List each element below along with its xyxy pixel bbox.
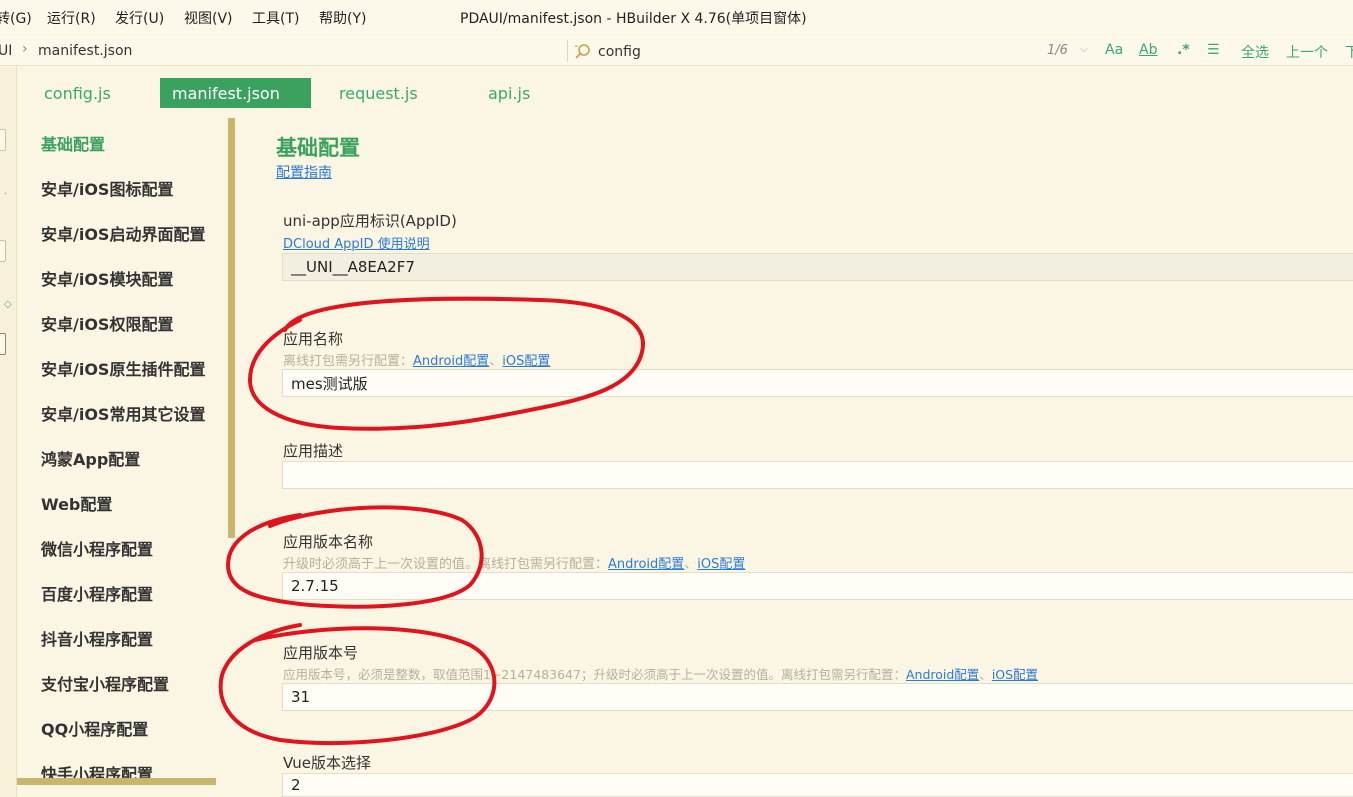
version-name-field[interactable] — [282, 572, 1353, 600]
app-name-android-link[interactable]: Android配置 — [413, 354, 489, 369]
page-title: 基础配置 — [276, 136, 360, 160]
app-desc-field[interactable] — [282, 461, 1353, 489]
tab-api-js[interactable]: api.js — [476, 78, 542, 108]
panel-control[interactable] — [0, 129, 6, 151]
config-guide-link[interactable]: 配置指南 — [276, 162, 332, 182]
menu-bar: 转(G) 运行(R) 发行(U) 视图(V) 工具(T) 帮助(Y) PDAUI… — [0, 0, 1353, 34]
sidebar-item-splash[interactable]: 安卓/iOS启动界面配置 — [41, 221, 205, 245]
history-chevron-down-icon[interactable]: ⌵ — [1080, 44, 1088, 55]
sidebar-item-modules[interactable]: 安卓/iOS模块配置 — [41, 266, 173, 290]
menu-help[interactable]: 帮助(Y) — [319, 8, 366, 28]
panel-control[interactable] — [0, 240, 6, 262]
appid-label: uni-app应用标识(AppID) — [283, 212, 457, 230]
settings-sidebar: 基础配置 安卓/iOS图标配置 安卓/iOS启动界面配置 安卓/iOS模块配置 … — [17, 118, 229, 786]
sidebar-item-harmony[interactable]: 鸿蒙App配置 — [41, 446, 140, 470]
tab-label: request.js — [339, 84, 418, 103]
app-name-ios-link[interactable]: iOS配置 — [502, 354, 550, 369]
version-code-field[interactable] — [282, 683, 1353, 711]
sidebar-scrollbar[interactable] — [228, 118, 235, 538]
find-in-selection-icon[interactable]: ☰ — [1207, 42, 1220, 58]
vue-version-label: Vue版本选择 — [283, 754, 371, 772]
sidebar-item-icons[interactable]: 安卓/iOS图标配置 — [41, 176, 173, 200]
version-code-label: 应用版本号 — [283, 644, 359, 662]
tab-label: manifest.json — [172, 84, 280, 103]
breadcrumb-chevron-icon: › — [22, 41, 28, 57]
menu-view[interactable]: 视图(V) — [184, 8, 233, 28]
version-name-ios-link[interactable]: iOS配置 — [697, 557, 745, 572]
select-all-button[interactable]: 全选 — [1241, 42, 1269, 62]
hint-separator: 、 — [979, 667, 992, 682]
sidebar-item-qq[interactable]: QQ小程序配置 — [41, 716, 148, 740]
sidebar-item-basic[interactable]: 基础配置 — [41, 131, 105, 155]
path-find-bar: UI › manifest.json 1/6 ⌵ Aa Ab .* ☰ 全选 上… — [0, 36, 1353, 66]
menu-run[interactable]: 运行(R) — [47, 8, 96, 28]
app-name-hint: 离线打包需另行配置：Android配置、iOS配置 — [283, 350, 550, 369]
strip-dot-icon: · — [4, 189, 8, 200]
sidebar-item-douyin[interactable]: 抖音小程序配置 — [41, 626, 153, 650]
tab-label: api.js — [488, 84, 531, 103]
breadcrumb-parent[interactable]: UI — [0, 43, 12, 59]
sidebar-item-baidu[interactable]: 百度小程序配置 — [41, 581, 153, 605]
search-icon — [575, 44, 590, 59]
sidebar-item-web[interactable]: Web配置 — [41, 491, 112, 515]
match-case-button[interactable]: Aa — [1105, 42, 1123, 58]
version-name-hint-text: 升级时必须高于上一次设置的值。离线打包需另行配置： — [283, 557, 609, 572]
sidebar-item-weixin[interactable]: 微信小程序配置 — [41, 536, 153, 560]
app-name-hint-text: 离线打包需另行配置： — [283, 354, 414, 369]
regex-button[interactable]: .* — [1177, 42, 1190, 58]
strip-leaf-icon: ◇ — [4, 299, 12, 310]
window-title: PDAUI/manifest.json - HBuilder X 4.76(单项… — [460, 11, 807, 27]
tab-config-js[interactable]: config.js — [32, 78, 123, 108]
app-name-field[interactable] — [282, 369, 1353, 397]
previous-match-button[interactable]: 上一个 — [1286, 42, 1328, 62]
app-name-label: 应用名称 — [283, 330, 344, 348]
vue-version-field[interactable] — [282, 773, 1353, 797]
appid-help-link[interactable]: DCloud AppID 使用说明 — [283, 233, 430, 252]
tab-request-js[interactable]: request.js — [327, 78, 430, 108]
sidebar-item-other-settings[interactable]: 安卓/iOS常用其它设置 — [41, 401, 205, 425]
version-name-label: 应用版本名称 — [283, 533, 374, 551]
match-count: 1/6 — [1047, 43, 1068, 58]
version-code-android-link[interactable]: Android配置 — [906, 667, 979, 682]
menu-tools[interactable]: 工具(T) — [252, 8, 299, 28]
version-name-android-link[interactable]: Android配置 — [608, 557, 684, 572]
next-match-button[interactable]: 下 — [1345, 42, 1353, 62]
version-name-hint: 升级时必须高于上一次设置的值。离线打包需另行配置：Android配置、iOS配置 — [283, 553, 745, 572]
app-desc-label: 应用描述 — [283, 442, 344, 460]
project-panel-edge: · ◇ — [0, 67, 17, 797]
panel-control[interactable] — [0, 333, 6, 355]
horizontal-scrollbar[interactable] — [17, 778, 216, 785]
tab-label: config.js — [44, 84, 111, 103]
breadcrumb-file[interactable]: manifest.json — [38, 43, 132, 59]
version-code-hint-text: 应用版本号，必须是整数，取值范围1~2147483647；升级时必须高于上一次设… — [283, 667, 906, 682]
version-code-hint: 应用版本号，必须是整数，取值范围1~2147483647；升级时必须高于上一次设… — [283, 664, 1038, 683]
sidebar-item-alipay[interactable]: 支付宝小程序配置 — [41, 671, 169, 695]
tab-manifest-json[interactable]: manifest.json — [160, 78, 311, 108]
hint-separator: 、 — [489, 354, 503, 369]
sidebar-item-native-plugins[interactable]: 安卓/iOS原生插件配置 — [41, 356, 205, 380]
find-input[interactable] — [598, 41, 1018, 63]
menu-publish[interactable]: 发行(U) — [115, 8, 164, 28]
hint-separator: 、 — [684, 557, 698, 572]
version-code-ios-link[interactable]: iOS配置 — [992, 667, 1038, 682]
appid-field[interactable] — [282, 253, 1353, 281]
whole-word-button[interactable]: Ab — [1139, 42, 1157, 58]
sidebar-item-permissions[interactable]: 安卓/iOS权限配置 — [41, 311, 173, 335]
menu-goto[interactable]: 转(G) — [0, 8, 32, 28]
find-divider — [567, 40, 568, 62]
